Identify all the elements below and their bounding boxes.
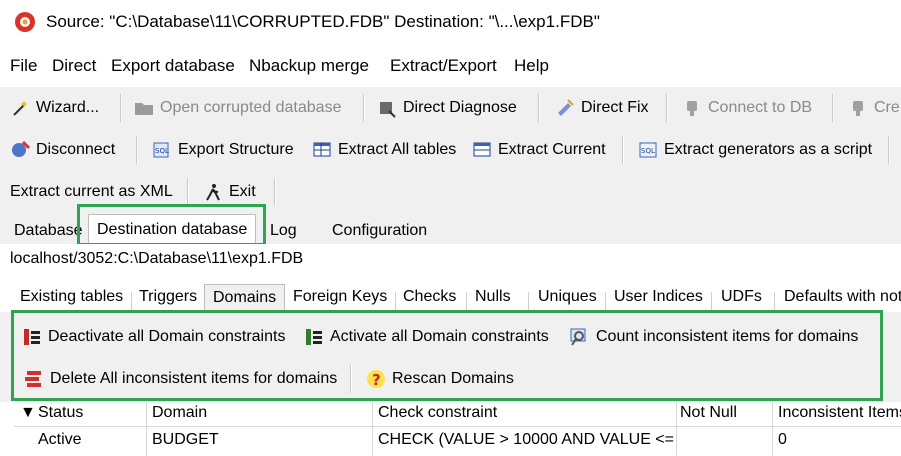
subtab-existing-tables[interactable]: Existing tables — [20, 288, 123, 306]
wand-icon — [13, 100, 28, 116]
folder-icon — [135, 103, 153, 115]
header-not-null[interactable]: Not Null — [680, 404, 737, 422]
title-bar: Source: "C:\Database\11\CORRUPTED.FDB" D… — [0, 0, 901, 45]
create-plug-icon — [853, 101, 863, 116]
open-corrupted-label: Open corrupted database — [160, 99, 342, 116]
subtab-udfs[interactable]: UDFs — [721, 288, 762, 306]
header-status[interactable]: Status — [38, 404, 83, 422]
diagnose-icon — [380, 102, 396, 118]
extract-all-tables-label: Extract All tables — [338, 141, 457, 158]
subtab-uniques[interactable]: Uniques — [538, 288, 597, 306]
tab-log[interactable]: Log — [270, 218, 297, 244]
open-corrupted-button[interactable]: Open corrupted database — [134, 87, 341, 129]
create-label: Cre — [874, 99, 900, 116]
wizard-label: Wizard... — [36, 99, 100, 116]
plug-icon — [687, 101, 697, 116]
menu-file[interactable]: File — [10, 56, 37, 76]
menu-extract-export[interactable]: Extract/Export — [390, 56, 497, 76]
sub-tabs: Existing tables Triggers Domains Foreign… — [0, 284, 901, 312]
exit-label: Exit — [229, 183, 256, 200]
connect-db-label: Connect to DB — [708, 99, 813, 116]
tab-configuration[interactable]: Configuration — [332, 218, 427, 244]
table-row[interactable]: Active BUDGET CHECK (VALUE > 10000 AND V… — [14, 428, 901, 454]
extract-xml-label: Extract current as XML — [10, 183, 173, 200]
subtab-domains[interactable]: Domains — [204, 284, 286, 312]
menu-bar: File Direct Export database Nbackup merg… — [0, 45, 901, 87]
subtab-triggers[interactable]: Triggers — [139, 288, 197, 306]
disconnect-label: Disconnect — [36, 141, 116, 158]
toolbar-row-1: Wizard... Open corrupted database Direct… — [0, 87, 901, 129]
table-icon — [473, 142, 491, 157]
extract-all-tables-button[interactable]: Extract All tables — [312, 129, 456, 171]
tables-icon — [313, 142, 331, 157]
menu-direct[interactable]: Direct — [52, 56, 96, 76]
cell-check-constraint: CHECK (VALUE > 10000 AND VALUE <= — [378, 431, 674, 448]
sql-export-icon: SQL — [153, 142, 169, 158]
cell-domain: BUDGET — [152, 431, 219, 448]
disconnect-icon — [12, 140, 30, 157]
menu-help[interactable]: Help — [514, 56, 549, 76]
extract-current-button[interactable]: Extract Current — [472, 129, 606, 171]
extract-generators-button[interactable]: SQL Extract generators as a script — [638, 129, 872, 171]
exit-icon — [206, 184, 220, 201]
fix-icon — [558, 99, 574, 116]
svg-text:SQL: SQL — [641, 147, 655, 155]
subtab-user-indices[interactable]: User Indices — [614, 288, 703, 306]
subtab-checks[interactable]: Checks — [403, 288, 456, 306]
direct-fix-button[interactable]: Direct Fix — [555, 87, 649, 129]
direct-fix-label: Direct Fix — [581, 99, 649, 116]
cell-inconsistent: 0 — [778, 431, 787, 448]
highlight-domain-actions — [11, 310, 883, 401]
create-button[interactable]: Cre — [848, 87, 900, 129]
disconnect-button[interactable]: Disconnect — [10, 129, 115, 171]
menu-export-database[interactable]: Export database — [111, 56, 235, 76]
export-structure-label: Export Structure — [178, 141, 294, 158]
extract-current-label: Extract Current — [498, 141, 606, 158]
direct-diagnose-label: Direct Diagnose — [403, 99, 517, 116]
wizard-button[interactable]: Wizard... — [10, 87, 99, 129]
header-domain[interactable]: Domain — [152, 404, 207, 422]
domains-grid: ▼ Status Domain Check constraint Not Nul… — [0, 402, 901, 456]
direct-diagnose-button[interactable]: Direct Diagnose — [377, 87, 517, 129]
header-check-constraint[interactable]: Check constraint — [378, 404, 497, 422]
sql-script-icon: SQL — [639, 142, 657, 158]
grid-header: ▼ Status Domain Check constraint Not Nul… — [14, 402, 901, 427]
connect-db-button[interactable]: Connect to DB — [682, 87, 812, 129]
menu-nbackup-merge[interactable]: Nbackup merge — [249, 56, 369, 76]
window-title: Source: "C:\Database\11\CORRUPTED.FDB" D… — [46, 12, 600, 31]
toolbar-row-2: Disconnect SQL Export Structure Extract … — [0, 129, 901, 171]
app-logo-icon — [15, 12, 35, 32]
highlight-destination-tab — [77, 204, 266, 246]
destination-path-panel: localhost/3052:C:\Database\11\exp1.FDB — [0, 244, 901, 284]
sort-arrow-icon[interactable]: ▼ — [20, 404, 36, 422]
subtab-foreign-keys[interactable]: Foreign Keys — [293, 288, 387, 306]
subtab-nulls[interactable]: Nulls — [475, 288, 511, 306]
destination-path: localhost/3052:C:\Database\11\exp1.FDB — [10, 250, 304, 267]
extract-generators-label: Extract generators as a script — [664, 141, 873, 158]
export-structure-button[interactable]: SQL Export Structure — [152, 129, 294, 171]
svg-text:SQL: SQL — [155, 147, 169, 155]
cell-status: Active — [38, 431, 82, 448]
subtab-defaults-with-not[interactable]: Defaults with not — [784, 288, 901, 306]
header-inconsistent-items[interactable]: Inconsistent Items — [778, 404, 901, 422]
tab-database[interactable]: Database — [14, 218, 83, 244]
